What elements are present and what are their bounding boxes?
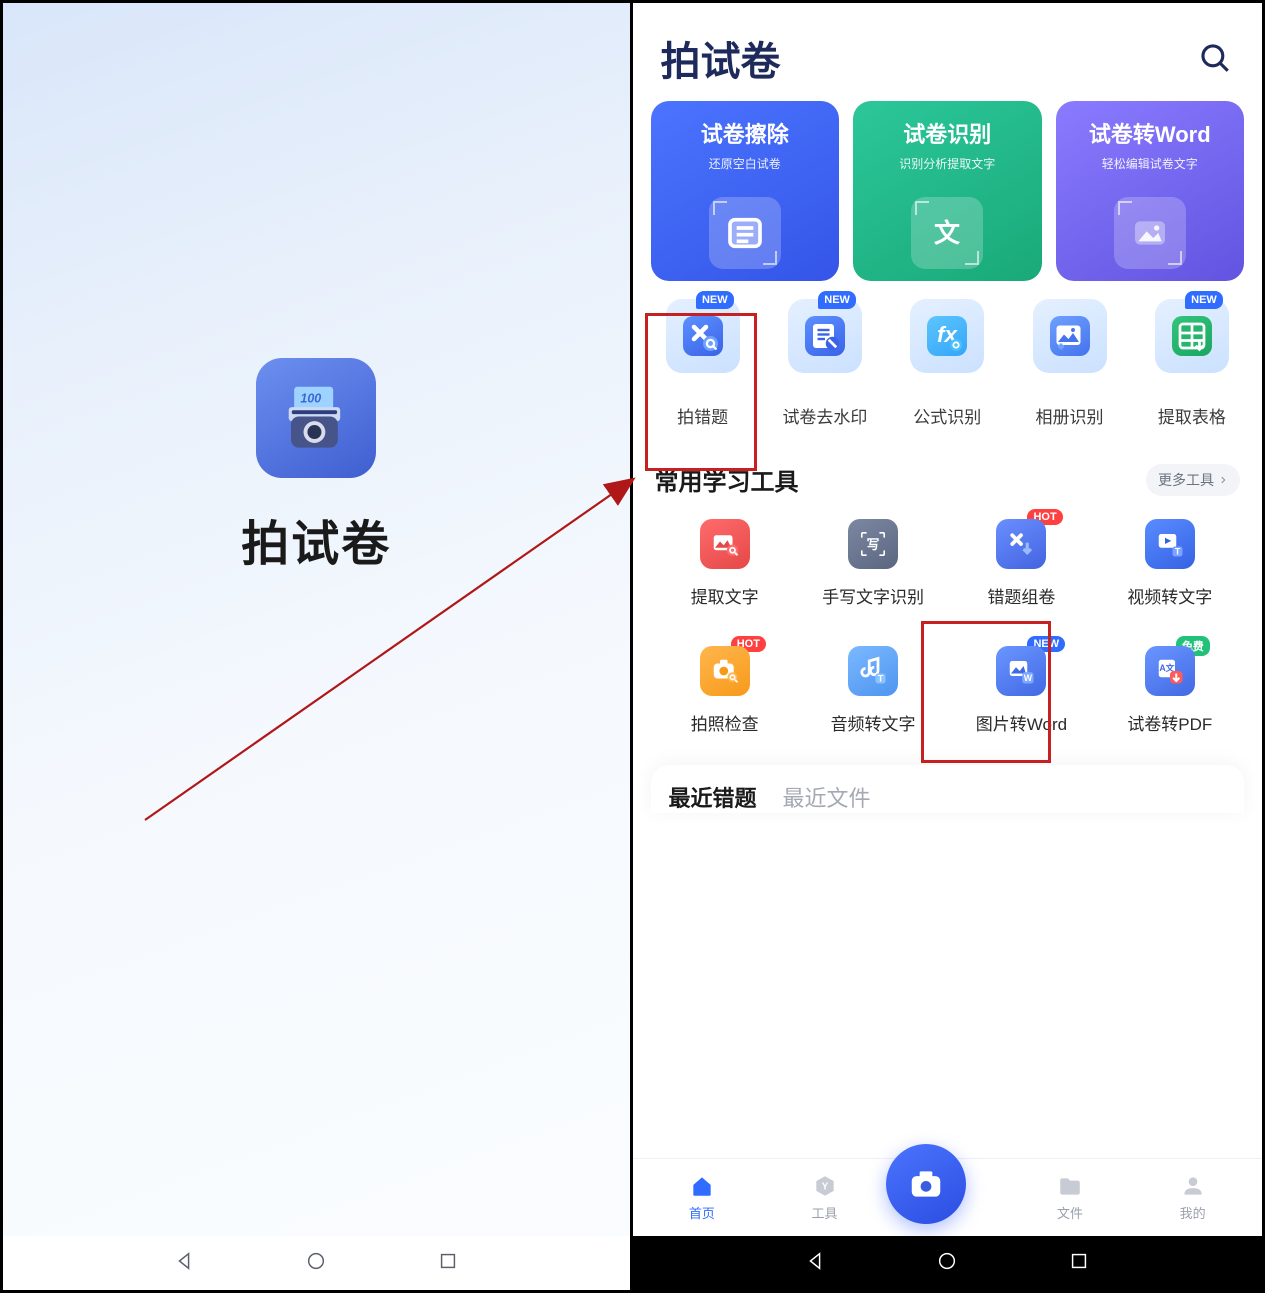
learn-label: 错题组卷	[947, 583, 1095, 608]
back-icon[interactable]	[173, 1250, 195, 1277]
page-title: 拍试卷	[661, 29, 781, 87]
learn-audio[interactable]: T 音频转文字	[799, 646, 947, 735]
learn-extract-text[interactable]: 提取文字	[651, 519, 799, 608]
learn-video[interactable]: T 视频转文字	[1096, 519, 1244, 608]
feature-title: 试卷擦除	[663, 117, 828, 149]
tool-label: 提取表格	[1136, 403, 1248, 428]
system-nav-right	[633, 1236, 1263, 1290]
text-icon: 文	[911, 197, 983, 269]
tool-label: 试卷去水印	[769, 403, 881, 428]
back-icon[interactable]	[804, 1250, 826, 1277]
nav-camera[interactable]	[886, 1172, 1009, 1224]
svg-text:Y: Y	[821, 1181, 828, 1192]
learn-pdf[interactable]: 免费 A文 试卷转PDF	[1096, 646, 1244, 735]
svg-text:100: 100	[301, 392, 322, 406]
svg-text:T: T	[1175, 546, 1181, 556]
tab-recent-wrong[interactable]: 最近错题	[669, 781, 757, 813]
learn-label: 手写文字识别	[799, 583, 947, 608]
nav-files[interactable]: 文件	[1009, 1173, 1132, 1222]
folder-icon	[1057, 1173, 1083, 1199]
home-icon	[689, 1173, 715, 1199]
bottom-nav: 首页 Y 工具 文件 我的	[633, 1158, 1263, 1236]
tool-wrongquestion[interactable]: NEW 拍错题	[647, 299, 759, 428]
recent-card: 最近错题 最近文件	[651, 765, 1245, 813]
search-icon[interactable]	[1198, 41, 1232, 75]
svg-text:写: 写	[867, 537, 880, 552]
learn-label: 音频转文字	[799, 710, 947, 735]
learn-label: 图片转Word	[947, 710, 1095, 735]
learn-compose[interactable]: HOT 错题组卷	[947, 519, 1095, 608]
new-badge: NEW	[818, 291, 856, 309]
camera-button-icon	[886, 1144, 966, 1224]
learn-photocheck[interactable]: HOT 拍照检查	[651, 646, 799, 735]
nav-tools[interactable]: Y 工具	[763, 1173, 886, 1222]
feature-title: 试卷识别	[865, 117, 1030, 149]
learn-handwriting[interactable]: 写 手写文字识别	[799, 519, 947, 608]
tool-album[interactable]: 相册识别	[1013, 299, 1125, 428]
more-tools-button[interactable]: 更多工具	[1146, 464, 1240, 496]
nav-me[interactable]: 我的	[1131, 1173, 1254, 1222]
new-badge: NEW	[1185, 291, 1223, 309]
feature-ocr[interactable]: 试卷识别 识别分析提取文字 文	[853, 101, 1042, 281]
app-name: 拍试卷	[241, 504, 391, 574]
feature-subtitle: 还原空白试卷	[663, 155, 828, 172]
recent-icon[interactable]	[1068, 1250, 1090, 1277]
svg-text:文: 文	[934, 218, 961, 248]
feature-subtitle: 轻松编辑试卷文字	[1068, 155, 1233, 172]
tab-recent-files[interactable]: 最近文件	[783, 781, 871, 813]
section-title: 常用学习工具	[655, 462, 799, 497]
home-icon[interactable]	[305, 1250, 327, 1277]
learn-img2word[interactable]: NEW W 图片转Word	[947, 646, 1095, 735]
tools-icon: Y	[812, 1173, 838, 1199]
feature-title: 试卷转Word	[1068, 117, 1233, 149]
app-logo-icon: 100	[256, 358, 376, 478]
user-icon	[1180, 1173, 1206, 1199]
learn-label: 拍照检查	[651, 710, 799, 735]
home-panel: 拍试卷 试卷擦除 还原空白试卷 试卷识别 识别分析提取文字 文 试卷	[633, 3, 1263, 1290]
system-nav-left	[3, 1236, 630, 1290]
learn-label: 视频转文字	[1096, 583, 1244, 608]
tool-formula[interactable]: fx 公式识别	[891, 299, 1003, 428]
feature-toword[interactable]: 试卷转Word 轻松编辑试卷文字	[1056, 101, 1245, 281]
splash-panel: 100 拍试卷	[3, 3, 633, 1290]
nav-home[interactable]: 首页	[641, 1173, 764, 1222]
tool-watermark[interactable]: NEW 试卷去水印	[769, 299, 881, 428]
svg-text:T: T	[878, 673, 884, 683]
feature-subtitle: 识别分析提取文字	[865, 155, 1030, 172]
list-icon	[709, 197, 781, 269]
image-icon	[1114, 197, 1186, 269]
tool-label: 相册识别	[1013, 403, 1125, 428]
svg-text:W: W	[1024, 673, 1033, 683]
recent-icon[interactable]	[437, 1250, 459, 1277]
tool-label: 拍错题	[647, 403, 759, 428]
home-icon[interactable]	[936, 1250, 958, 1277]
tool-label: 公式识别	[891, 403, 1003, 428]
tool-table[interactable]: NEW 提取表格	[1136, 299, 1248, 428]
learn-label: 提取文字	[651, 583, 799, 608]
chevron-right-icon	[1218, 475, 1228, 485]
learn-label: 试卷转PDF	[1096, 710, 1244, 735]
new-badge: NEW	[696, 291, 734, 309]
feature-erase[interactable]: 试卷擦除 还原空白试卷	[651, 101, 840, 281]
